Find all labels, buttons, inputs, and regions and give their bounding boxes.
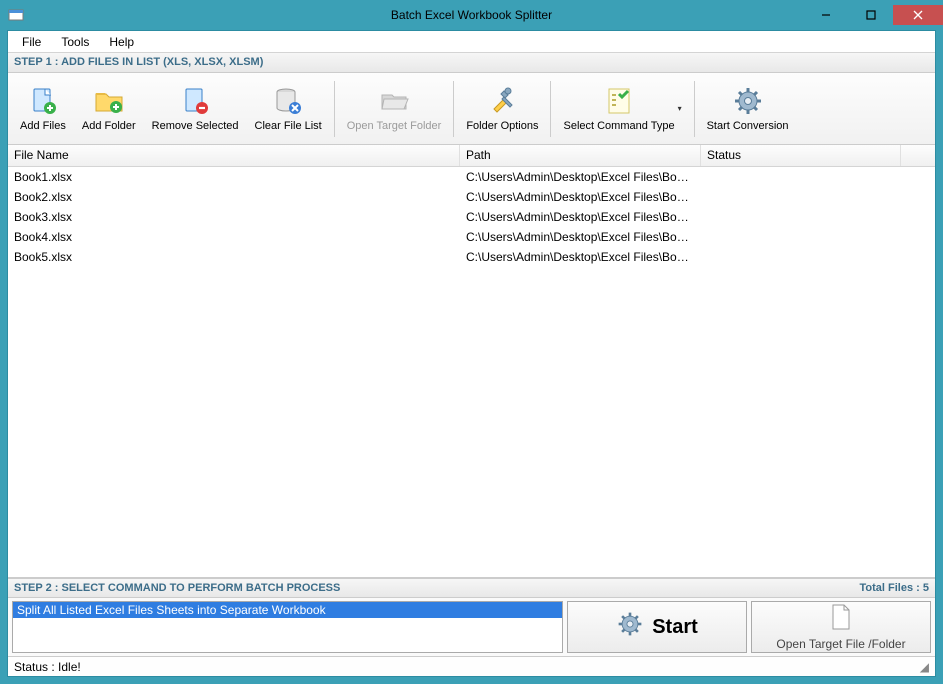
file-remove-icon xyxy=(179,85,211,117)
status-text: Status : Idle! xyxy=(14,660,81,674)
open-target-label: Open Target File /Folder xyxy=(776,637,905,651)
command-item-selected[interactable]: Split All Listed Excel Files Sheets into… xyxy=(13,602,562,618)
file-add-icon xyxy=(27,85,59,117)
gear-icon xyxy=(616,610,644,644)
remove-selected-button[interactable]: Remove Selected xyxy=(144,76,247,142)
grid-header: File Name Path Status xyxy=(8,145,935,167)
total-files-label: Total Files : 5 xyxy=(860,582,929,594)
bottom-panel: Split All Listed Excel Files Sheets into… xyxy=(8,598,935,656)
file-icon xyxy=(829,603,853,634)
command-listbox[interactable]: Split All Listed Excel Files Sheets into… xyxy=(12,601,563,653)
cell-path: C:\Users\Admin\Desktop\Excel Files\Book.… xyxy=(460,169,701,185)
step2-header: STEP 2 : SELECT COMMAND TO PERFORM BATCH… xyxy=(8,578,935,598)
grid-body[interactable]: Book1.xlsxC:\Users\Admin\Desktop\Excel F… xyxy=(8,167,935,577)
folder-options-button[interactable]: Folder Options xyxy=(458,76,546,142)
close-button[interactable] xyxy=(893,5,943,25)
cell-status xyxy=(701,196,901,198)
step1-header: STEP 1 : ADD FILES IN LIST (XLS, XLSX, X… xyxy=(8,53,935,73)
window-controls xyxy=(803,5,943,25)
column-header-name[interactable]: File Name xyxy=(8,145,460,166)
cell-status xyxy=(701,256,901,258)
app-icon xyxy=(8,7,24,23)
table-row[interactable]: Book5.xlsxC:\Users\Admin\Desktop\Excel F… xyxy=(8,247,935,267)
toolbar-separator xyxy=(334,81,335,137)
select-command-type-button[interactable]: Select Command Type ▾ xyxy=(555,76,689,142)
step2-label: STEP 2 : SELECT COMMAND TO PERFORM BATCH… xyxy=(14,582,340,594)
toolbar-separator xyxy=(694,81,695,137)
toolbar-separator xyxy=(453,81,454,137)
app-window: Batch Excel Workbook Splitter File Tools… xyxy=(0,0,943,684)
start-button[interactable]: Start xyxy=(567,601,747,653)
tools-icon xyxy=(486,85,518,117)
clear-file-list-button[interactable]: Clear File List xyxy=(247,76,330,142)
resize-grip-icon[interactable]: ◢ xyxy=(920,660,929,674)
minimize-button[interactable] xyxy=(803,5,848,25)
clear-list-icon xyxy=(272,85,304,117)
titlebar[interactable]: Batch Excel Workbook Splitter xyxy=(0,0,943,30)
cell-path: C:\Users\Admin\Desktop\Excel Files\Book.… xyxy=(460,249,701,265)
menu-tools[interactable]: Tools xyxy=(51,33,99,51)
start-conversion-button[interactable]: Start Conversion xyxy=(699,76,797,142)
maximize-button[interactable] xyxy=(848,5,893,25)
cell-filename: Book5.xlsx xyxy=(8,249,460,265)
column-header-status[interactable]: Status xyxy=(701,145,901,166)
folder-add-icon xyxy=(93,85,125,117)
cell-status xyxy=(701,236,901,238)
folder-open-icon xyxy=(378,85,410,117)
menu-help[interactable]: Help xyxy=(99,33,144,51)
cell-path: C:\Users\Admin\Desktop\Excel Files\Book.… xyxy=(460,209,701,225)
cell-filename: Book1.xlsx xyxy=(8,169,460,185)
client-area: File Tools Help STEP 1 : ADD FILES IN LI… xyxy=(7,30,936,677)
checklist-icon xyxy=(603,85,635,117)
cell-filename: Book3.xlsx xyxy=(8,209,460,225)
gear-icon xyxy=(732,85,764,117)
cell-status xyxy=(701,176,901,178)
add-files-button[interactable]: Add Files xyxy=(12,76,74,142)
statusbar: Status : Idle! ◢ xyxy=(8,656,935,676)
cell-path: C:\Users\Admin\Desktop\Excel Files\Book.… xyxy=(460,189,701,205)
start-button-label: Start xyxy=(652,616,698,639)
window-title: Batch Excel Workbook Splitter xyxy=(0,8,943,22)
toolbar: Add Files Add Folder Remove Selected Cle… xyxy=(8,73,935,145)
column-header-path[interactable]: Path xyxy=(460,145,701,166)
table-row[interactable]: Book3.xlsxC:\Users\Admin\Desktop\Excel F… xyxy=(8,207,935,227)
table-row[interactable]: Book2.xlsxC:\Users\Admin\Desktop\Excel F… xyxy=(8,187,935,207)
table-row[interactable]: Book1.xlsxC:\Users\Admin\Desktop\Excel F… xyxy=(8,167,935,187)
menubar: File Tools Help xyxy=(8,31,935,53)
add-folder-button[interactable]: Add Folder xyxy=(74,76,144,142)
menu-file[interactable]: File xyxy=(12,33,51,51)
toolbar-separator xyxy=(550,81,551,137)
table-row[interactable]: Book4.xlsxC:\Users\Admin\Desktop\Excel F… xyxy=(8,227,935,247)
cell-path: C:\Users\Admin\Desktop\Excel Files\Book.… xyxy=(460,229,701,245)
file-grid: File Name Path Status Book1.xlsxC:\Users… xyxy=(8,145,935,578)
cell-filename: Book4.xlsx xyxy=(8,229,460,245)
chevron-down-icon: ▾ xyxy=(675,104,682,113)
cell-status xyxy=(701,216,901,218)
open-target-file-folder-button[interactable]: Open Target File /Folder xyxy=(751,601,931,653)
open-target-folder-button[interactable]: Open Target Folder xyxy=(339,76,450,142)
cell-filename: Book2.xlsx xyxy=(8,189,460,205)
